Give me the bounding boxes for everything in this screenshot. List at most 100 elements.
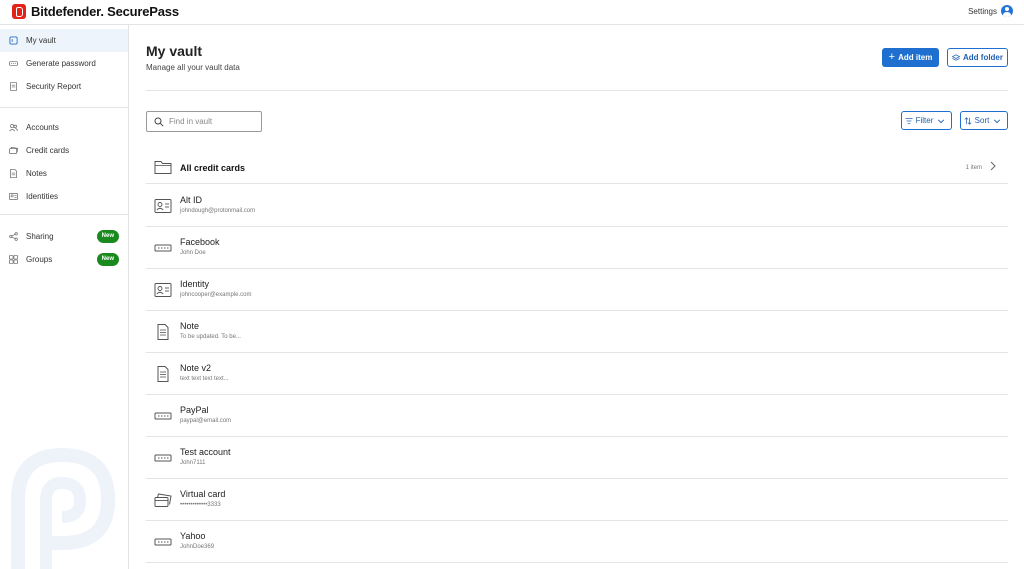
item-subtitle: John7111: [180, 460, 206, 466]
list-item[interactable]: Yahoo JohnDoe369: [146, 521, 1008, 563]
sort-label: Sort: [974, 116, 990, 125]
add-item-button[interactable]: + Add item: [882, 48, 939, 67]
settings-button[interactable]: Settings: [968, 5, 1013, 17]
search-input[interactable]: [169, 117, 259, 126]
sidebar-item-my-vault[interactable]: My vault: [0, 29, 128, 52]
list-item[interactable]: Note To be updated. To be...: [146, 311, 1008, 353]
page-subtitle: Manage all your vault data: [146, 63, 240, 72]
chevron-down-icon: [938, 118, 945, 123]
filter-icon: [905, 117, 913, 124]
sort-button[interactable]: Sort: [960, 111, 1008, 130]
share-icon: [9, 232, 18, 241]
item-subtitle: To be updated. To be...: [180, 334, 241, 340]
list-item[interactable]: Alt ID johndough@protonmail.com: [146, 185, 1008, 227]
new-badge: New: [96, 253, 119, 266]
sidebar-divider: [0, 214, 128, 215]
report-icon: [9, 82, 18, 91]
item-title: Test account: [180, 447, 231, 457]
sidebar-item-label: Identities: [26, 192, 59, 201]
header-divider: [146, 90, 1008, 91]
folder-title: All credit cards: [180, 163, 246, 173]
accounts-icon: [9, 123, 18, 132]
filter-label: Filter: [915, 116, 934, 125]
sidebar-item-label: My vault: [26, 36, 56, 45]
credit-card-icon: [9, 146, 18, 155]
folder-item-count: 1 item: [965, 165, 982, 171]
sidebar-divider: [0, 107, 128, 108]
note-icon: [9, 169, 18, 178]
list-item[interactable]: Identity johncooper@example.com: [146, 269, 1008, 311]
settings-label: Settings: [968, 6, 997, 16]
filter-button[interactable]: Filter: [901, 111, 952, 130]
sidebar-item-identities[interactable]: Identities: [0, 185, 128, 208]
password-field-icon: [154, 240, 172, 256]
identity-icon: [9, 192, 18, 201]
password-field-icon: [154, 408, 172, 424]
search-box[interactable]: [146, 111, 262, 132]
page-title: My vault: [146, 43, 203, 59]
item-subtitle: John Doe: [180, 250, 206, 256]
list-item[interactable]: Test account John7111: [146, 437, 1008, 479]
folder-row-all-credit-cards[interactable]: All credit cards 1 item: [146, 151, 1008, 184]
item-subtitle: johndough@protonmail.com: [180, 208, 256, 214]
item-subtitle: •••••••••••••3333: [180, 502, 221, 508]
sidebar-item-label: Generate password: [26, 59, 96, 68]
sidebar-item-label: Credit cards: [26, 146, 70, 155]
list-item[interactable]: Facebook John Doe: [146, 227, 1008, 269]
chevron-right-icon[interactable]: [989, 161, 997, 171]
item-title: Facebook: [180, 237, 220, 247]
brand[interactable]: Bitdefender. SecurePass: [12, 4, 179, 19]
password-generator-icon: [9, 59, 18, 68]
sidebar-item-notes[interactable]: Notes: [0, 162, 128, 185]
sidebar-item-label: Security Report: [26, 82, 82, 91]
bitdefender-logo-icon: [12, 4, 26, 19]
sidebar-item-label: Groups: [26, 255, 53, 264]
item-subtitle: johncooper@example.com: [180, 292, 252, 298]
sort-icon: [964, 116, 972, 125]
groups-icon: [9, 255, 18, 264]
password-field-icon: [154, 534, 172, 550]
item-subtitle: text text text text...: [180, 376, 229, 382]
sidebar-item-groups[interactable]: Groups New: [0, 248, 128, 271]
user-account-icon[interactable]: [1001, 5, 1013, 17]
search-icon: [154, 117, 164, 127]
sidebar-item-credit-cards[interactable]: Credit cards: [0, 139, 128, 162]
note-document-icon: [154, 324, 172, 340]
item-title: PayPal: [180, 405, 209, 415]
list-item[interactable]: Note v2 text text text text...: [146, 353, 1008, 395]
identity-card-icon: [154, 198, 172, 214]
folder-icon: [154, 159, 172, 175]
item-title: Virtual card: [180, 489, 226, 499]
vault-icon: [9, 36, 18, 45]
securepass-watermark-icon: [0, 445, 130, 569]
credit-card-stack-icon: [154, 492, 172, 508]
item-title: Yahoo: [180, 531, 206, 541]
list-item[interactable]: PayPal paypal@email.com: [146, 395, 1008, 437]
password-field-icon: [154, 450, 172, 466]
sidebar-item-generate-password[interactable]: Generate password: [0, 52, 128, 75]
sidebar-item-accounts[interactable]: Accounts: [0, 116, 128, 139]
item-title: Identity: [180, 279, 210, 289]
item-title: Note v2: [180, 363, 212, 373]
note-document-icon: [154, 366, 172, 382]
item-title: Note: [180, 321, 200, 331]
add-folder-button[interactable]: Add folder: [947, 48, 1008, 67]
chevron-down-icon: [994, 118, 1001, 123]
item-subtitle: paypal@email.com: [180, 418, 232, 424]
sidebar-item-label: Sharing: [26, 232, 54, 241]
top-bar: Bitdefender. SecurePass Settings: [0, 0, 1024, 25]
list-item[interactable]: Virtual card •••••••••••••3333: [146, 479, 1008, 521]
sidebar-item-sharing[interactable]: Sharing New: [0, 225, 128, 248]
plus-icon: +: [888, 51, 896, 63]
new-badge: New: [96, 230, 119, 243]
item-subtitle: JohnDoe369: [180, 544, 215, 550]
item-title: Alt ID: [180, 195, 203, 205]
folder-stack-icon: [952, 53, 960, 61]
add-item-label: Add item: [898, 53, 933, 62]
identity-card-icon: [154, 282, 172, 298]
main-content: My vault Manage all your vault data + Ad…: [146, 25, 1008, 569]
add-folder-label: Add folder: [963, 53, 1003, 62]
sidebar-item-label: Accounts: [26, 123, 59, 132]
sidebar-item-security-report[interactable]: Security Report: [0, 75, 128, 98]
sidebar-item-label: Notes: [26, 169, 47, 178]
